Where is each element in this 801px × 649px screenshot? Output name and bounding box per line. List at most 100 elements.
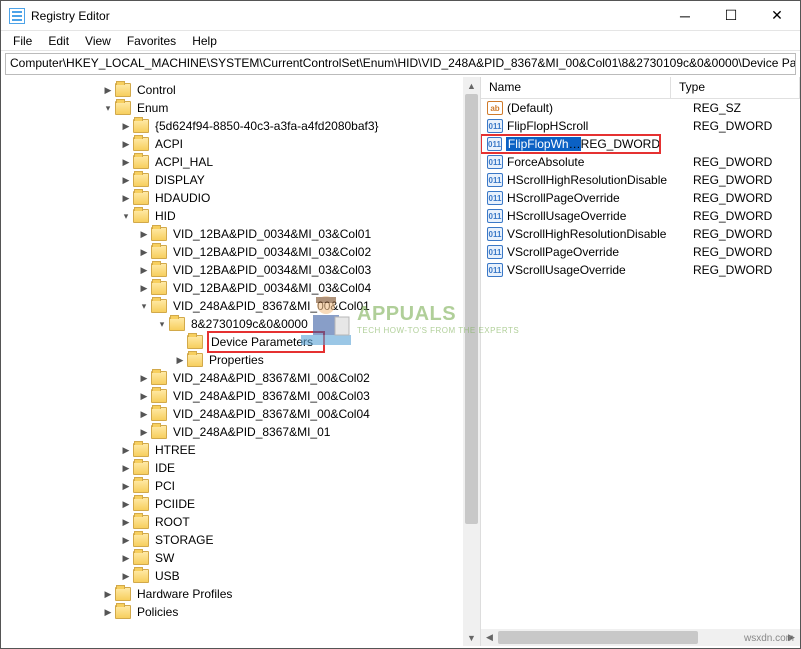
maximize-button[interactable]: ☐ bbox=[708, 1, 754, 31]
tree-node-acpi-hal[interactable]: ▶ACPI_HAL bbox=[1, 153, 480, 171]
value-row[interactable]: ab(Default)REG_SZ bbox=[481, 99, 800, 117]
folder-icon bbox=[133, 515, 149, 529]
tree-node-vid12-1[interactable]: ▶VID_12BA&PID_0034&MI_03&Col01 bbox=[1, 225, 480, 243]
tree-node-storage[interactable]: ▶STORAGE bbox=[1, 531, 480, 549]
tree-node-usb[interactable]: ▶USB bbox=[1, 567, 480, 585]
value-row[interactable]: 011ForceAbsoluteREG_DWORD bbox=[481, 153, 800, 171]
folder-icon bbox=[133, 443, 149, 457]
folder-icon bbox=[133, 119, 149, 133]
menu-favorites[interactable]: Favorites bbox=[121, 32, 182, 50]
value-type: REG_DWORD bbox=[693, 263, 800, 277]
value-name: HScrollUsageOverride bbox=[507, 209, 693, 223]
menubar: File Edit View Favorites Help bbox=[1, 31, 800, 51]
app-icon bbox=[9, 8, 25, 24]
tree-node-root[interactable]: ▶ROOT bbox=[1, 513, 480, 531]
tree-node-pci[interactable]: ▶PCI bbox=[1, 477, 480, 495]
tree-node-vid12-2[interactable]: ▶VID_12BA&PID_0034&MI_03&Col02 bbox=[1, 243, 480, 261]
titlebar: Registry Editor ─ ☐ ✕ bbox=[1, 1, 800, 31]
tree-node-vid248-2[interactable]: ▶VID_248A&PID_8367&MI_00&Col02 bbox=[1, 369, 480, 387]
folder-icon bbox=[151, 263, 167, 277]
folder-icon bbox=[133, 137, 149, 151]
value-type: REG_DWORD bbox=[693, 245, 800, 259]
dword-value-icon: 011 bbox=[487, 227, 503, 241]
tree-node-htree[interactable]: ▶HTREE bbox=[1, 441, 480, 459]
tree-node-properties[interactable]: ▶Properties bbox=[1, 351, 480, 369]
folder-icon bbox=[151, 371, 167, 385]
tree-node-vid248-1[interactable]: ▾VID_248A&PID_8367&MI_00&Col01 bbox=[1, 297, 480, 315]
close-button[interactable]: ✕ bbox=[754, 1, 800, 31]
value-name: FlipFlopWheel bbox=[506, 137, 581, 151]
folder-icon bbox=[151, 407, 167, 421]
tree-node-control[interactable]: ▶Control bbox=[1, 81, 480, 99]
value-row[interactable]: 011HScrollUsageOverrideREG_DWORD bbox=[481, 207, 800, 225]
menu-file[interactable]: File bbox=[7, 32, 38, 50]
folder-icon bbox=[115, 83, 131, 97]
tree-node-hardware-profiles[interactable]: ▶Hardware Profiles bbox=[1, 585, 480, 603]
folder-icon bbox=[187, 353, 203, 367]
folder-icon bbox=[151, 245, 167, 259]
folder-icon bbox=[151, 389, 167, 403]
menu-edit[interactable]: Edit bbox=[42, 32, 75, 50]
address-bar[interactable]: Computer\HKEY_LOCAL_MACHINE\SYSTEM\Curre… bbox=[5, 53, 796, 75]
folder-icon bbox=[151, 425, 167, 439]
registry-editor-window: Registry Editor ─ ☐ ✕ File Edit View Fav… bbox=[0, 0, 801, 649]
value-type: REG_DWORD bbox=[693, 173, 800, 187]
column-header-name[interactable]: Name bbox=[481, 77, 671, 98]
tree-node-enum[interactable]: ▾Enum bbox=[1, 99, 480, 117]
folder-icon bbox=[133, 551, 149, 565]
main-split: ▶Control ▾Enum ▶{5d624f94-8850-40c3-a3fa… bbox=[1, 77, 800, 646]
value-type: REG_DWORD bbox=[693, 227, 800, 241]
folder-icon bbox=[133, 155, 149, 169]
tree-node-hdaudio[interactable]: ▶HDAUDIO bbox=[1, 189, 480, 207]
value-name: VScrollHighResolutionDisable bbox=[507, 227, 693, 241]
dword-value-icon: 011 bbox=[487, 263, 503, 277]
tree-node-hid[interactable]: ▾HID bbox=[1, 207, 480, 225]
tree-node-vid12-3[interactable]: ▶VID_12BA&PID_0034&MI_03&Col03 bbox=[1, 261, 480, 279]
tree-node-policies[interactable]: ▶Policies bbox=[1, 603, 480, 621]
values-list: ab(Default)REG_SZ 011 FlipFlopHScroll REG_D… bbox=[481, 99, 800, 279]
dword-value-icon: 011 bbox=[487, 137, 502, 151]
value-row[interactable]: 011FlipFlopWheelREG_DWORD bbox=[481, 135, 660, 153]
value-row[interactable]: 011VScrollUsageOverrideREG_DWORD bbox=[481, 261, 800, 279]
folder-icon bbox=[133, 497, 149, 511]
tree-scrollbar[interactable]: ▲ ▼ bbox=[463, 77, 480, 646]
tree-node-sw[interactable]: ▶SW bbox=[1, 549, 480, 567]
value-row[interactable]: 011HScrollHighResolutionDisableREG_DWORD bbox=[481, 171, 800, 189]
scroll-left-icon[interactable]: ◀ bbox=[481, 629, 498, 646]
folder-icon bbox=[115, 101, 131, 115]
tree-node-pciide[interactable]: ▶PCIIDE bbox=[1, 495, 480, 513]
value-row[interactable]: 011FlipFlopHScrollREG_DWORD bbox=[481, 117, 800, 135]
menu-view[interactable]: View bbox=[79, 32, 117, 50]
tree-node-device-parameters[interactable]: ▶Device Parameters bbox=[1, 333, 480, 351]
dword-value-icon: 011 bbox=[487, 155, 503, 169]
value-name: FlipFlopHScroll bbox=[507, 119, 693, 133]
window-title: Registry Editor bbox=[31, 9, 662, 23]
scroll-thumb[interactable] bbox=[465, 94, 478, 524]
folder-icon bbox=[133, 173, 149, 187]
tree-node-vid248-4[interactable]: ▶VID_248A&PID_8367&MI_00&Col04 bbox=[1, 405, 480, 423]
value-type: REG_DWORD bbox=[693, 155, 800, 169]
tree-node-ide[interactable]: ▶IDE bbox=[1, 459, 480, 477]
value-row[interactable]: 011 VScrollHighResolutionDisableREG_DWORD bbox=[481, 225, 800, 243]
menu-help[interactable]: Help bbox=[186, 32, 223, 50]
tree-node-vid248-3[interactable]: ▶VID_248A&PID_8367&MI_00&Col03 bbox=[1, 387, 480, 405]
minimize-button[interactable]: ─ bbox=[662, 1, 708, 31]
scroll-thumb[interactable] bbox=[498, 631, 698, 644]
registry-tree[interactable]: ▶Control ▾Enum ▶{5d624f94-8850-40c3-a3fa… bbox=[1, 77, 480, 621]
dword-value-icon: 011 bbox=[487, 119, 503, 133]
value-name: (Default) bbox=[507, 101, 693, 115]
tree-node-guid[interactable]: ▶{5d624f94-8850-40c3-a3fa-a4fd2080baf3} bbox=[1, 117, 480, 135]
folder-icon bbox=[169, 317, 185, 331]
folder-icon bbox=[133, 191, 149, 205]
dword-value-icon: 011 bbox=[487, 245, 503, 259]
tree-node-vid248-5[interactable]: ▶VID_248A&PID_8367&MI_01 bbox=[1, 423, 480, 441]
value-row[interactable]: 011VScrollPageOverrideREG_DWORD bbox=[481, 243, 800, 261]
scroll-down-icon[interactable]: ▼ bbox=[463, 629, 480, 646]
tree-node-vid12-4[interactable]: ▶VID_12BA&PID_0034&MI_03&Col04 bbox=[1, 279, 480, 297]
tree-node-acpi[interactable]: ▶ACPI bbox=[1, 135, 480, 153]
column-header-type[interactable]: Type bbox=[671, 77, 800, 98]
value-type: REG_DWORD bbox=[693, 191, 800, 205]
value-row[interactable]: 011HScrollPageOverrideREG_DWORD bbox=[481, 189, 800, 207]
tree-node-display[interactable]: ▶DISPLAY bbox=[1, 171, 480, 189]
scroll-up-icon[interactable]: ▲ bbox=[463, 77, 480, 94]
